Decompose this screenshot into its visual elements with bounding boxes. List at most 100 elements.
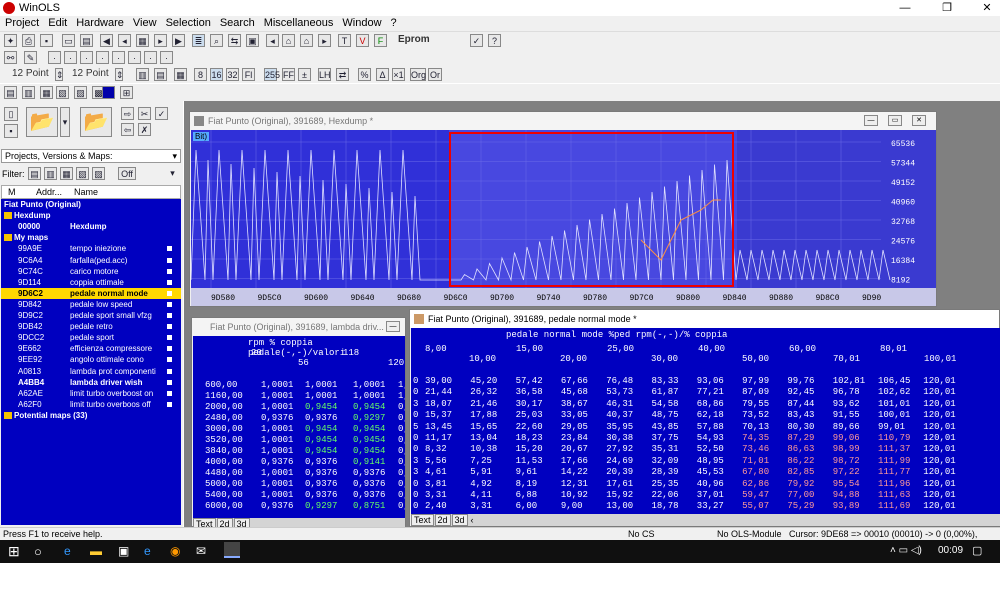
tree-item[interactable]: 9E662 efficienza compressore (1, 343, 181, 354)
hex-icon[interactable]: FF (282, 68, 295, 81)
eprom-label[interactable]: Eprom (398, 34, 430, 45)
tree-item[interactable]: Potential maps (33) (1, 410, 181, 421)
dis-4-icon[interactable]: · (96, 51, 109, 64)
diff-icon[interactable]: Δ (376, 68, 389, 81)
spin-1-icon[interactable]: ⇕ (55, 68, 64, 81)
minimize-icon[interactable]: — (898, 1, 912, 15)
dis-1-icon[interactable]: · (48, 51, 61, 64)
tab-2d[interactable]: 2d (434, 514, 451, 526)
edge-icon[interactable]: e (64, 544, 71, 558)
filter-2-icon[interactable]: ▥ (44, 167, 57, 180)
tree-item[interactable]: 9D842 pedale low speed (1, 299, 181, 310)
link-icon[interactable]: ⚯ (4, 51, 17, 64)
close-icon[interactable]: ✕ (912, 115, 926, 126)
tree-item[interactable]: 99A9E tempo iniezione (1, 243, 181, 254)
chrome-icon[interactable]: ◉ (170, 544, 180, 558)
disk-icon[interactable]: ▪ (4, 124, 18, 138)
dis-7-icon[interactable]: · (144, 51, 157, 64)
tree-item[interactable]: 9D9C2 pedale sport small vfzg (1, 310, 181, 321)
v-icon[interactable]: V (356, 34, 369, 47)
tree-item[interactable]: 9C74C carico motore (1, 266, 181, 277)
dis-3-icon[interactable]: · (80, 51, 93, 64)
filter-1-icon[interactable]: ▤ (28, 167, 41, 180)
hex-graph-area[interactable]: 65536 57344 49152 40960 32768 24576 16384 8192 9… (190, 113, 936, 306)
font-size-2[interactable]: 12 Point (72, 68, 109, 79)
prev-icon[interactable]: ◂ (118, 34, 131, 47)
menu-view[interactable]: View (128, 16, 161, 29)
search-icon[interactable]: ○ (34, 544, 42, 559)
list-icon[interactable]: ≣ (192, 34, 205, 47)
sel-3-icon[interactable]: ▦ (40, 86, 53, 99)
last-icon[interactable]: ▶ (172, 34, 185, 47)
tree-item[interactable]: 9EE92 angolo ottimale cono (1, 354, 181, 365)
maximize-icon[interactable]: ▭ (888, 115, 902, 126)
lohi-icon[interactable]: LH (318, 68, 331, 81)
hexdump-title[interactable]: Fiat Punto (Original), 391689, Hexdump * (190, 112, 936, 130)
dis-5-icon[interactable]: · (112, 51, 125, 64)
find-icon[interactable]: ⌕ (210, 34, 223, 47)
next-icon[interactable]: ▸ (154, 34, 167, 47)
filter-3-icon[interactable]: ▦ (60, 167, 73, 180)
pedal-title[interactable]: Fiat Punto (Original), 391689, pedale no… (410, 310, 999, 328)
open-folder-icon[interactable]: 📂 (26, 107, 58, 137)
p-tool-4-icon[interactable]: ⇦ (121, 123, 134, 136)
col-name[interactable]: Name (74, 186, 98, 198)
forward-icon[interactable]: ▸ (318, 34, 331, 47)
checksum-icon[interactable]: ✓ (470, 34, 483, 47)
bit8-icon[interactable]: 8 (194, 68, 207, 81)
tree-item[interactable]: A4BB4 lambda driver wish (1, 377, 181, 388)
menu-search[interactable]: Search (215, 16, 259, 29)
lambda-table[interactable]: rpm % coppia pedale(-,-)/valori 20 118 56 1… (193, 336, 405, 519)
minimize-icon[interactable]: — (864, 115, 878, 126)
tree-item[interactable]: 00000 Hexdump (1, 221, 181, 232)
tree-item[interactable]: 9D114 coppia ottimale (1, 277, 181, 288)
menu-edit[interactable]: Edit (43, 16, 71, 29)
whatsthis-icon[interactable]: ? (488, 34, 501, 47)
import-folder-icon[interactable]: 📂 (80, 107, 112, 137)
float-icon[interactable]: Fl (242, 68, 255, 81)
sel-4-icon[interactable]: ▧ (56, 86, 69, 99)
winols-task-icon[interactable] (224, 542, 240, 558)
lambda-title[interactable]: Fiat Punto (Original), 391689, lambda dr… (192, 318, 405, 336)
store-icon[interactable]: ▣ (118, 544, 129, 558)
new-icon[interactable]: ▯ (4, 107, 18, 121)
first-icon[interactable]: ◀ (100, 34, 113, 47)
mail-icon[interactable]: ✉ (196, 544, 206, 558)
open-project-icon[interactable]: ✦ (4, 34, 17, 47)
col-2-icon[interactable]: ▤ (154, 68, 167, 81)
open-dropdown-icon[interactable]: ▾ (60, 107, 70, 137)
f-icon[interactable]: F (374, 34, 387, 47)
scroll-left-icon[interactable]: ‹ (469, 515, 476, 525)
hex-1-icon[interactable]: ▦ (174, 68, 187, 81)
orig-icon[interactable]: Or (428, 68, 442, 81)
tree-item[interactable]: 9D6C2 pedale normal mode (1, 287, 181, 299)
menu-selection[interactable]: Selection (161, 16, 215, 29)
p-tool-5-icon[interactable]: ✗ (138, 123, 151, 136)
col-1-icon[interactable]: ▥ (136, 68, 149, 81)
sel-7-icon[interactable]: ⊞ (120, 86, 133, 99)
tool-icon[interactable]: ✎ (24, 51, 37, 64)
copy-icon[interactable]: ▤ (80, 34, 93, 47)
t-icon[interactable]: T (338, 34, 351, 47)
tab-text[interactable]: Text (411, 514, 434, 526)
tree-item[interactable]: Fiat Punto (Original) (1, 199, 181, 210)
chip-icon[interactable]: ▣ (246, 34, 259, 47)
dec-icon[interactable]: 255 (264, 68, 280, 81)
filter-off-button[interactable]: Off (118, 167, 136, 180)
tree-item[interactable]: A0813 lambda prot componenti (1, 366, 181, 377)
swap-icon[interactable]: ⇄ (336, 68, 349, 81)
restore-icon[interactable]: ❐ (940, 1, 954, 15)
tree-item[interactable]: 9C6A4 farfalla(ped.acc) (1, 255, 181, 266)
notification-icon[interactable]: ▢ (972, 544, 982, 557)
sel-2-icon[interactable]: ▥ (22, 86, 35, 99)
projects-dropdown[interactable]: Projects, Versions & Maps: ▾ (1, 149, 181, 163)
menu-project[interactable]: Project (0, 16, 43, 29)
tree-item[interactable]: A62F0 limit turbo overboos off (1, 399, 181, 410)
col-addr[interactable]: Addr... (36, 186, 62, 198)
menu-miscellaneous[interactable]: Miscellaneous (259, 16, 338, 29)
dis-2-icon[interactable]: · (64, 51, 77, 64)
home-icon[interactable]: ⌂ (282, 34, 295, 47)
close-icon[interactable]: ✕ (980, 1, 994, 15)
print-icon[interactable]: ⎙ (22, 34, 35, 47)
p-tool-3-icon[interactable]: ✓ (155, 107, 168, 120)
